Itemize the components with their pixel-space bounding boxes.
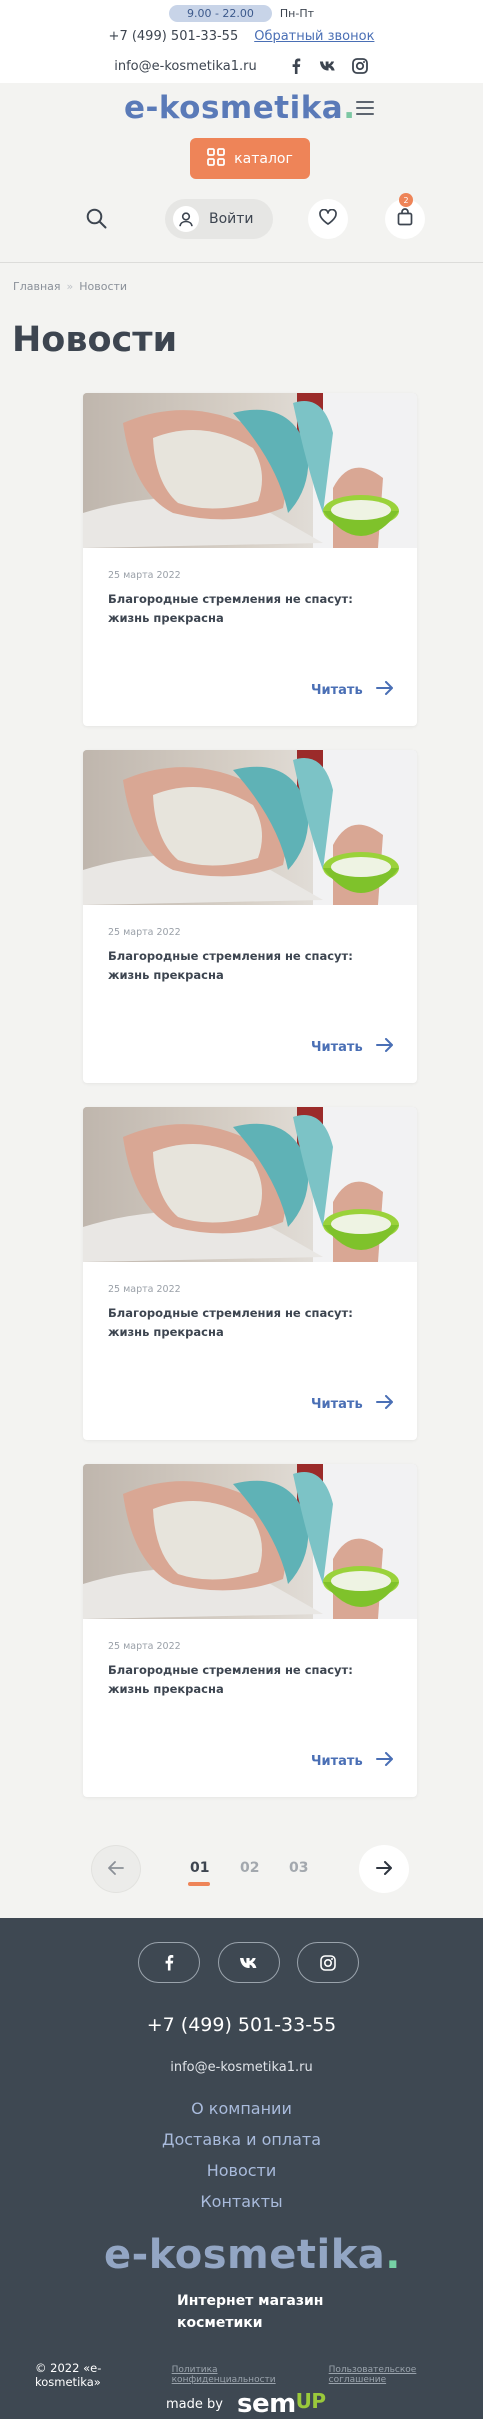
made-by: made by semUP (166, 2389, 326, 2419)
news-card[interactable]: 25 марта 2022 Благородные стремления не … (83, 1107, 417, 1440)
site-logo[interactable]: e-kosmetika. (124, 90, 356, 126)
vk-icon[interactable] (319, 57, 337, 75)
news-card-image[interactable] (83, 750, 417, 905)
read-more-label: Читать (311, 682, 363, 698)
footer-link-contacts[interactable]: Контакты (0, 2191, 483, 2222)
footer-logo-text: e-kosmetika (104, 2232, 386, 2278)
copyright: © 2022 «e-kosmetika» (35, 2361, 102, 2389)
footer-vk-icon[interactable] (218, 1942, 280, 1983)
cart-button[interactable]: 2 (385, 193, 425, 239)
grid-icon (207, 147, 226, 170)
heart-icon (319, 208, 337, 229)
next-page-button[interactable] (359, 1845, 409, 1893)
top-bar: 9.00 - 22.00 Пн-Пт +7 (499) 501-33-55 Об… (0, 0, 483, 83)
header-email-link[interactable]: info@e-kosmetika1.ru (114, 59, 257, 74)
login-button[interactable]: Войти (165, 199, 273, 239)
breadcrumb-separator: » (66, 280, 74, 293)
footer-email-link[interactable]: info@e-kosmetika1.ru (0, 2060, 483, 2075)
working-hours: 9.00 - 22.00 Пн-Пт (0, 3, 483, 23)
news-title[interactable]: Благородные стремления не спасут: жизнь … (108, 590, 393, 628)
cart-count-badge: 2 (399, 193, 413, 207)
arrow-right-icon (376, 1860, 392, 1879)
footer-facebook-icon[interactable] (138, 1942, 200, 1983)
prev-page-button[interactable] (91, 1845, 141, 1893)
logo-text: e-kosmetika (124, 90, 344, 126)
footer-link-news[interactable]: Новости (0, 2160, 483, 2191)
footer-link-delivery[interactable]: Доставка и оплата (0, 2129, 483, 2160)
login-label: Войти (209, 211, 254, 227)
bag-icon (397, 208, 413, 230)
header-divider (0, 262, 483, 263)
page-title: Новости (12, 320, 178, 360)
read-more-link[interactable]: Читать (311, 1752, 394, 1770)
footer-legal: © 2022 «e-kosmetika» Политика конфиденци… (35, 2361, 475, 2389)
footer: +7 (499) 501-33-55 info@e-kosmetika1.ru … (0, 1918, 483, 2419)
made-by-label: made by (166, 2396, 223, 2412)
studio-logo-accent: UP (295, 2389, 326, 2413)
instagram-icon[interactable] (351, 57, 369, 75)
arrow-right-icon (375, 681, 394, 699)
hours-badge: 9.00 - 22.00 (168, 4, 272, 22)
search-icon[interactable] (86, 208, 107, 233)
read-more-link[interactable]: Читать (311, 681, 394, 699)
arrow-left-icon (108, 1860, 124, 1879)
catalog-button[interactable]: каталог (190, 138, 310, 179)
active-page-indicator (188, 1882, 210, 1886)
header-phone-link[interactable]: +7 (499) 501-33-55 (109, 29, 239, 44)
news-title[interactable]: Благородные стремления не спасут: жизнь … (108, 947, 393, 985)
page-1[interactable]: 01 (190, 1860, 209, 1876)
news-card-image[interactable] (83, 1107, 417, 1262)
footer-tagline: Интернет магазин косметики (177, 2293, 324, 2331)
facebook-icon[interactable] (287, 57, 305, 75)
breadcrumb-current: Новости (79, 280, 128, 293)
news-date: 25 марта 2022 (108, 1284, 181, 1295)
news-card[interactable]: 25 марта 2022 Благородные стремления не … (83, 750, 417, 1083)
user-agreement-link[interactable]: Пользовательское соглашение (329, 2365, 475, 2385)
privacy-policy-link[interactable]: Политика конфиденциальности (172, 2365, 323, 2385)
arrow-right-icon (375, 1752, 394, 1770)
news-date: 25 марта 2022 (108, 570, 181, 581)
read-more-label: Читать (311, 1753, 363, 1769)
news-date: 25 марта 2022 (108, 927, 181, 938)
page-3[interactable]: 03 (289, 1860, 308, 1876)
news-title[interactable]: Благородные стремления не спасут: жизнь … (108, 1661, 393, 1699)
read-more-link[interactable]: Читать (311, 1038, 394, 1056)
news-card-image[interactable] (83, 393, 417, 548)
logo-dot: . (343, 90, 356, 126)
footer-logo[interactable]: e-kosmetika. (104, 2232, 401, 2278)
page-2[interactable]: 02 (240, 1860, 259, 1876)
news-card-image[interactable] (83, 1464, 417, 1619)
user-icon (173, 206, 199, 232)
studio-logo[interactable]: semUP (237, 2389, 326, 2419)
footer-nav: О компании Доставка и оплата Новости Кон… (0, 2098, 483, 2222)
news-card[interactable]: 25 марта 2022 Благородные стремления не … (83, 1464, 417, 1797)
footer-logo-dot: . (385, 2232, 401, 2278)
news-title[interactable]: Благородные стремления не спасут: жизнь … (108, 1304, 393, 1342)
footer-instagram-icon[interactable] (297, 1942, 359, 1983)
menu-burger-icon[interactable] (356, 101, 374, 115)
callback-link[interactable]: Обратный звонок (254, 29, 374, 44)
studio-logo-main: sem (236, 2389, 296, 2419)
read-more-link[interactable]: Читать (311, 1395, 394, 1413)
footer-link-about[interactable]: О компании (0, 2098, 483, 2129)
working-days: Пн-Пт (279, 6, 315, 20)
favorites-button[interactable] (308, 199, 348, 239)
pagination: 01 02 03 (0, 1845, 483, 1895)
arrow-right-icon (375, 1038, 394, 1056)
read-more-label: Читать (311, 1039, 363, 1055)
breadcrumb: Главная » Новости (13, 280, 127, 293)
news-date: 25 марта 2022 (108, 1641, 181, 1652)
arrow-right-icon (375, 1395, 394, 1413)
footer-phone-link[interactable]: +7 (499) 501-33-55 (0, 2014, 483, 2036)
news-card[interactable]: 25 марта 2022 Благородные стремления не … (83, 393, 417, 726)
read-more-label: Читать (311, 1396, 363, 1412)
catalog-label: каталог (234, 150, 293, 167)
breadcrumb-home-link[interactable]: Главная (13, 280, 61, 293)
